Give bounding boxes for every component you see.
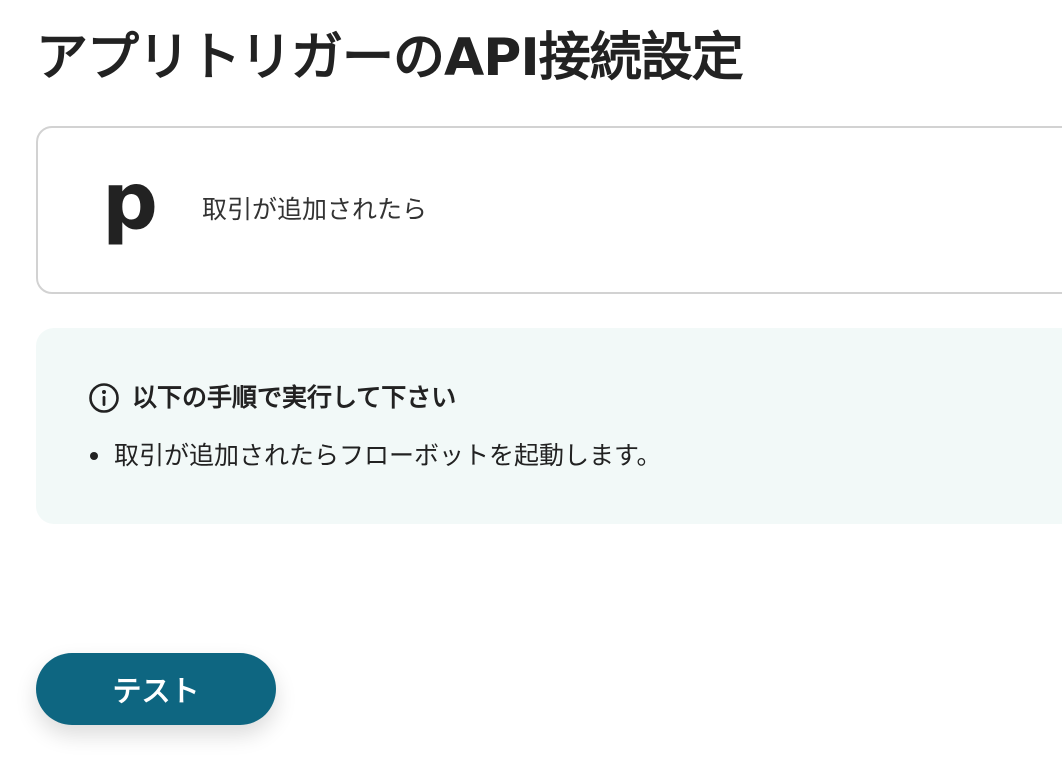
instructions-title: 以下の手順で実行して下さい — [132, 383, 457, 412]
trigger-card[interactable]: p 取引が追加されたら — [36, 126, 1062, 294]
trigger-label: 取引が追加されたら — [202, 195, 428, 224]
info-circle-icon — [89, 383, 119, 413]
api-connection-settings-page: アプリトリガーのAPI接続設定 p 取引が追加されたら 以下の手順で実行して下さ… — [0, 0, 1062, 780]
test-button[interactable]: テスト — [36, 653, 276, 725]
bullet-dot-icon — [90, 452, 98, 460]
instructions-header: 以下の手順で実行して下さい — [88, 380, 456, 416]
list-item-text: 取引が追加されたらフローボットを起動します。 — [114, 441, 662, 470]
instructions-box: 以下の手順で実行して下さい 取引が追加されたらフローボットを起動します。 — [36, 328, 1062, 524]
app-logo-icon: p — [102, 157, 158, 247]
page-title: アプリトリガーのAPI接続設定 — [36, 28, 744, 88]
list-item: 取引が追加されたらフローボットを起動します。 — [88, 436, 662, 476]
instructions-list: 取引が追加されたらフローボットを起動します。 — [88, 436, 662, 476]
